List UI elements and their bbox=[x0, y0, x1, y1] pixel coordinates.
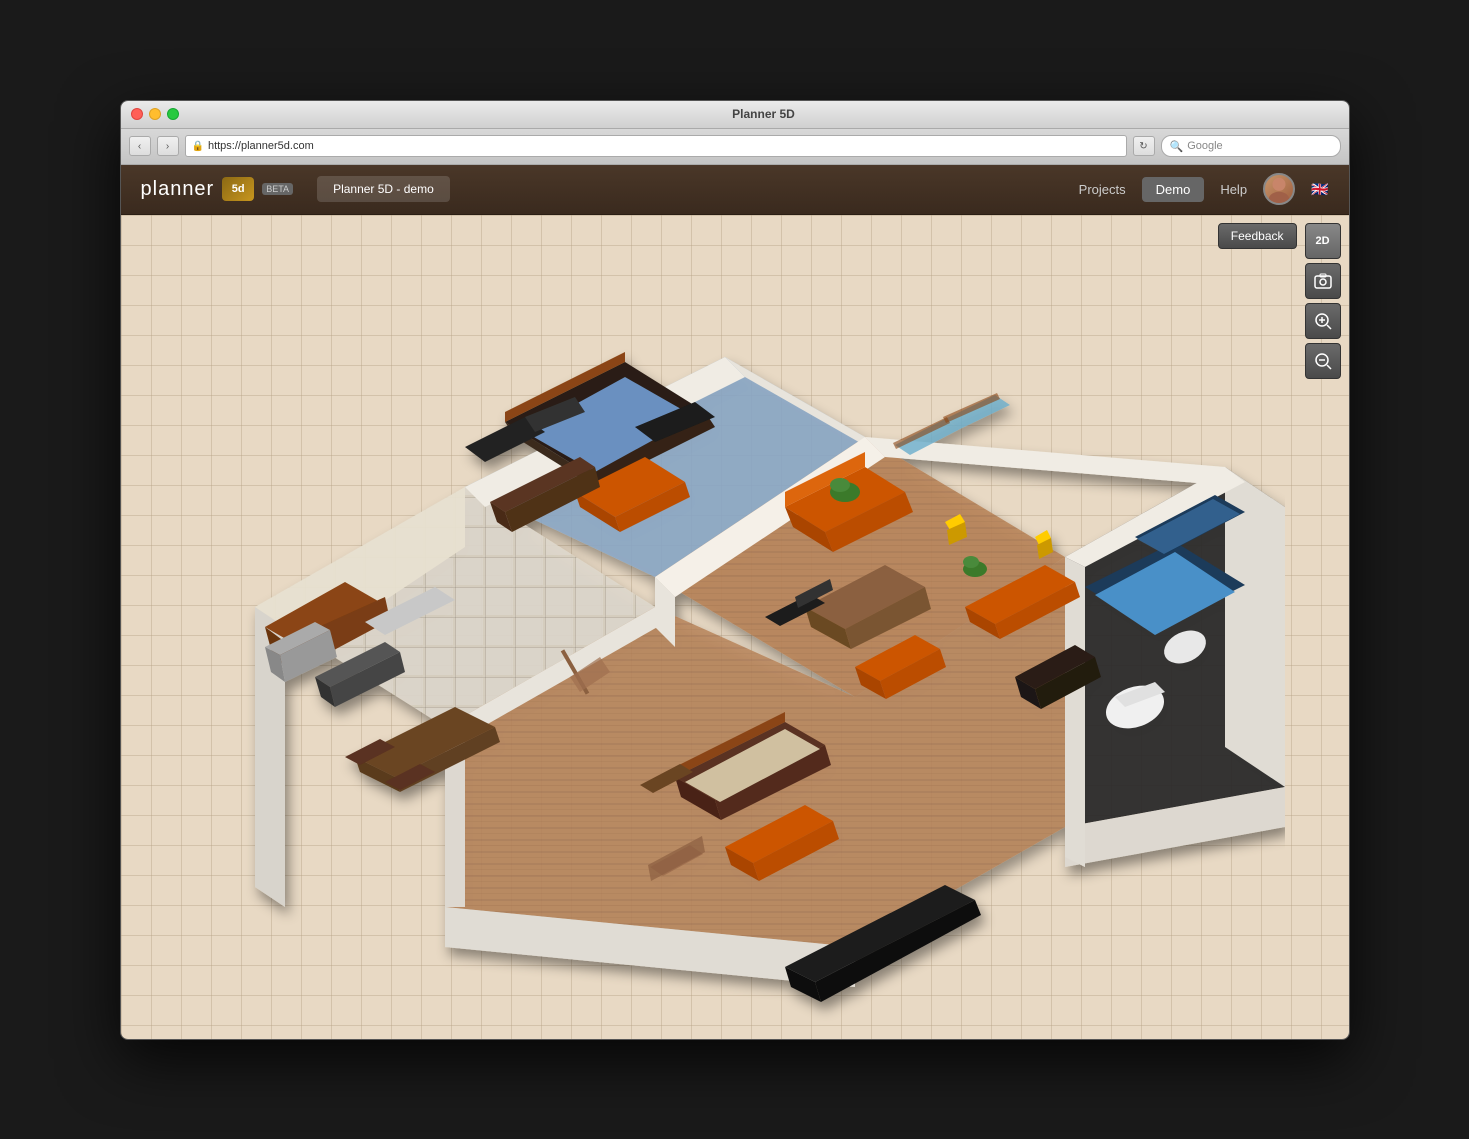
nav-projects[interactable]: Projects bbox=[1079, 182, 1126, 197]
logo-text: planner bbox=[141, 178, 215, 201]
titlebar: Planner 5D bbox=[121, 101, 1349, 129]
address-bar[interactable]: 🔒 https://planner5d.com bbox=[185, 135, 1127, 157]
minimize-button[interactable] bbox=[149, 108, 161, 120]
header-nav: Projects Demo Help 🇬🇧 bbox=[1079, 173, 1329, 205]
window-title: Planner 5D bbox=[189, 107, 1339, 121]
search-icon: 🔍 bbox=[1170, 140, 1184, 153]
browser-toolbar: ‹ › 🔒 https://planner5d.com ↻ 🔍 Google bbox=[121, 129, 1349, 165]
beta-badge: beta bbox=[262, 183, 293, 195]
logo-area: planner 5d beta bbox=[141, 177, 294, 201]
back-button[interactable]: ‹ bbox=[129, 136, 151, 156]
floorplan-svg bbox=[185, 227, 1285, 1027]
floorplan-container bbox=[121, 215, 1349, 1039]
logo-box: 5d bbox=[222, 177, 254, 201]
security-icon: 🔒 bbox=[192, 141, 204, 152]
house-group bbox=[255, 352, 1285, 1002]
search-placeholder: Google bbox=[1187, 140, 1222, 152]
app-header: planner 5d beta Planner 5D - demo Projec… bbox=[121, 165, 1349, 215]
close-button[interactable] bbox=[131, 108, 143, 120]
nav-demo[interactable]: Demo bbox=[1142, 177, 1205, 202]
language-flag[interactable]: 🇬🇧 bbox=[1311, 181, 1328, 198]
search-bar[interactable]: 🔍 Google bbox=[1161, 135, 1341, 157]
reload-button[interactable]: ↻ bbox=[1133, 136, 1155, 156]
forward-button[interactable]: › bbox=[157, 136, 179, 156]
nav-help[interactable]: Help bbox=[1220, 182, 1247, 197]
browser-window: Planner 5D ‹ › 🔒 https://planner5d.com ↻… bbox=[120, 100, 1350, 1040]
canvas-area[interactable]: Feedback 2D bbox=[121, 215, 1349, 1039]
project-tab[interactable]: Planner 5D - demo bbox=[317, 176, 450, 202]
url-text: https://planner5d.com bbox=[208, 140, 314, 152]
avatar[interactable] bbox=[1263, 173, 1295, 205]
maximize-button[interactable] bbox=[167, 108, 179, 120]
traffic-lights bbox=[131, 108, 179, 120]
